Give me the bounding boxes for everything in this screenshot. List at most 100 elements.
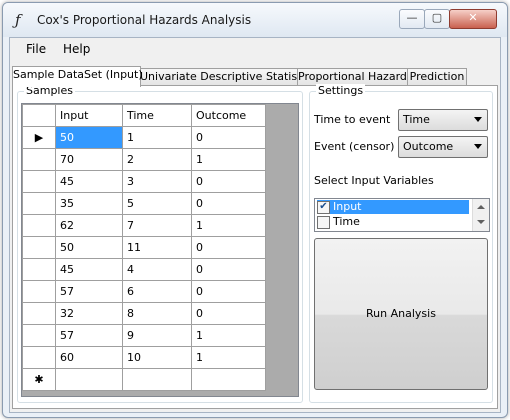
samples-table: Input Time Outcome ▶ 50 1 0 70 2 1 45 3 0 35 5 0 62 7 1… [22,104,266,391]
new-row[interactable]: ✱ [22,368,266,391]
event-censor-label: Event (censor) [314,140,395,153]
cell-outcome[interactable]: 0 [191,170,266,193]
cell-outcome[interactable]: 1 [191,324,266,347]
client-area: File Help Sample DataSet (Input) Univari… [9,37,501,413]
tab-univariate-statistics[interactable]: Univariate Descriptive Statistics [139,68,316,86]
list-item-time-label: Time [333,215,360,228]
cell-time[interactable]: 5 [122,192,192,215]
scroll-up-icon[interactable] [477,205,485,209]
event-censor-dropdown[interactable]: Outcome [398,136,488,158]
cell-time[interactable]: 6 [122,280,192,303]
row-header[interactable] [22,148,56,171]
row-header[interactable] [22,346,56,369]
table-row[interactable]: 57 6 0 [22,280,266,303]
row-header[interactable] [22,302,56,325]
run-analysis-button[interactable]: Run Analysis [314,238,488,390]
cell-outcome[interactable]: 1 [191,214,266,237]
dropdown-arrow-icon [474,117,482,122]
tab-prediction[interactable]: Prediction [407,68,467,86]
menu-bar: File Help [10,38,500,60]
app-icon: ƒ [15,11,21,29]
cell-input[interactable]: 32 [55,302,123,325]
cell-outcome[interactable]: 0 [191,258,266,281]
cell-input[interactable]: 50 [55,126,123,149]
samples-grid[interactable]: Input Time Outcome ▶ 50 1 0 70 2 1 45 3 0 35 5 0 62 7 1… [21,103,299,397]
cell-time[interactable]: 7 [122,214,192,237]
cell-input[interactable]: 50 [55,236,123,259]
cell-time[interactable]: 9 [122,324,192,347]
cell-input[interactable]: 70 [55,148,123,171]
table-row[interactable]: ▶ 50 1 0 [22,126,266,149]
tab-panel-sample-dataset: Samples Input Time Outcome ▶ 50 1 0 70 2… [12,84,498,409]
cell-outcome[interactable]: 1 [191,148,266,171]
time-to-event-label: Time to event [314,113,391,126]
cell-time[interactable]: 8 [122,302,192,325]
cell-input[interactable]: 60 [55,346,123,369]
cell-outcome[interactable]: 1 [191,346,266,369]
cell-time[interactable]: 4 [122,258,192,281]
cell-input[interactable]: 57 [55,280,123,303]
table-row[interactable]: 62 7 1 [22,214,266,237]
minimize-button[interactable]: — [399,9,425,29]
column-header-input[interactable]: Input [55,104,123,127]
cell-time[interactable]: 10 [122,346,192,369]
table-row[interactable]: 70 2 1 [22,148,266,171]
samples-group: Samples Input Time Outcome ▶ 50 1 0 70 2… [17,84,303,403]
row-header[interactable] [22,192,56,215]
cell-time[interactable]: 1 [122,126,192,149]
list-item-input-label: Input [333,200,362,213]
row-header[interactable] [22,170,56,193]
column-header-outcome[interactable]: Outcome [191,104,266,127]
cell-input[interactable]: 62 [55,214,123,237]
table-row[interactable]: 57 9 1 [22,324,266,347]
row-header[interactable] [22,258,56,281]
tab-strip: Sample DataSet (Input) Univariate Descri… [10,66,500,87]
table-row[interactable]: 32 8 0 [22,302,266,325]
cell-time[interactable]: 2 [122,148,192,171]
input-variables-list[interactable]: ✔ Input Time [314,198,490,232]
row-header[interactable] [22,324,56,347]
maximize-button[interactable]: ▢ [424,9,450,29]
cell-outcome[interactable]: 0 [191,192,266,215]
cell-input[interactable]: 57 [55,324,123,347]
column-header-time[interactable]: Time [122,104,192,127]
dropdown-arrow-icon [474,144,482,149]
cell-input[interactable]: 35 [55,192,123,215]
new-row-cell[interactable] [55,368,123,391]
new-row-cell[interactable] [191,368,266,391]
tab-sample-dataset[interactable]: Sample DataSet (Input) [12,66,143,87]
cell-input[interactable]: 45 [55,170,123,193]
cell-outcome[interactable]: 0 [191,126,266,149]
time-to-event-dropdown[interactable]: Time [398,109,488,131]
menu-file[interactable]: File [26,42,46,56]
row-header[interactable] [22,280,56,303]
checkbox-input[interactable]: ✔ [317,201,330,214]
window-title: Cox's Proportional Hazards Analysis [37,13,252,27]
list-scrollbar[interactable] [472,199,489,231]
row-header[interactable] [22,236,56,259]
table-row[interactable]: 35 5 0 [22,192,266,215]
close-button[interactable]: ✕ [449,9,497,29]
cell-outcome[interactable]: 0 [191,236,266,259]
table-row[interactable]: 50 11 0 [22,236,266,259]
title-bar[interactable]: ƒ Cox's Proportional Hazards Analysis — … [3,3,507,37]
cell-outcome[interactable]: 0 [191,302,266,325]
table-row[interactable]: 60 10 1 [22,346,266,369]
grid-corner-header [22,104,56,127]
checkbox-time[interactable] [317,216,330,229]
scroll-down-icon[interactable] [477,220,485,224]
cell-time[interactable]: 11 [122,236,192,259]
new-row-cell[interactable] [122,368,192,391]
new-row-icon: ✱ [22,368,56,391]
table-row[interactable]: 45 3 0 [22,170,266,193]
table-row[interactable]: 45 4 0 [22,258,266,281]
cell-outcome[interactable]: 0 [191,280,266,303]
list-item-input[interactable]: ✔ Input [317,200,469,214]
row-header[interactable] [22,214,56,237]
menu-help[interactable]: Help [63,42,90,56]
row-header[interactable]: ▶ [22,126,56,149]
list-item-time[interactable]: Time [317,215,469,229]
cell-input[interactable]: 45 [55,258,123,281]
time-to-event-value: Time [403,113,430,126]
cell-time[interactable]: 3 [122,170,192,193]
